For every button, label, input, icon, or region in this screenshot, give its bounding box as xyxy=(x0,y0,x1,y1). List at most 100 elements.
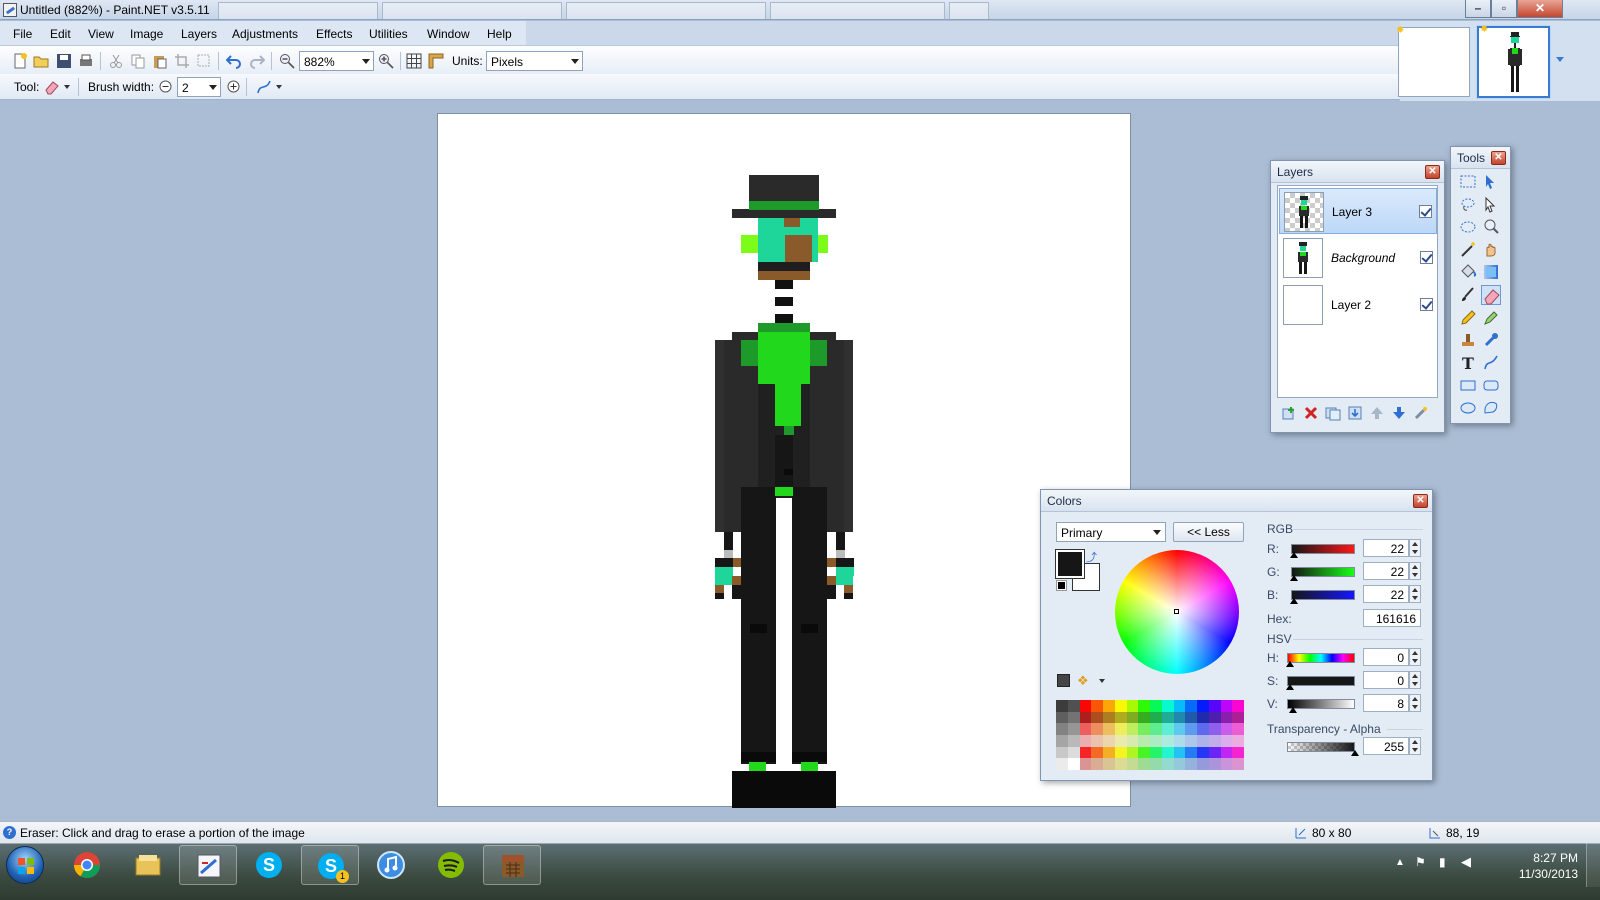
palette-swatch[interactable] xyxy=(1208,758,1221,771)
palette-swatch[interactable] xyxy=(1126,746,1139,759)
thumbnail-scroll-icon[interactable] xyxy=(1556,57,1564,62)
palette-swatch[interactable] xyxy=(1056,746,1068,759)
menu-adjustments[interactable]: Adjustments xyxy=(232,27,298,41)
palette-swatch[interactable] xyxy=(1103,700,1115,712)
clock-date[interactable]: 11/30/2013 xyxy=(1519,867,1578,881)
taskbar-minecraft[interactable] xyxy=(483,845,541,885)
palette-swatch[interactable] xyxy=(1079,735,1092,747)
maximize-button[interactable]: ▫ xyxy=(1491,0,1517,18)
move-layer-up-icon[interactable] xyxy=(1369,405,1385,421)
red-input[interactable]: 22 xyxy=(1363,539,1409,557)
ellipse-icon[interactable] xyxy=(1458,398,1478,418)
paint-bucket-icon[interactable] xyxy=(1458,262,1478,282)
hex-input[interactable]: 161616 xyxy=(1363,609,1421,627)
red-slider-handle[interactable] xyxy=(1290,552,1298,558)
palette-swatch[interactable] xyxy=(1232,758,1245,771)
green-input[interactable]: 22 xyxy=(1363,562,1409,580)
palette-swatch[interactable] xyxy=(1103,711,1115,724)
palette-swatch[interactable] xyxy=(1103,758,1115,771)
layer-visibility-checkbox[interactable] xyxy=(1419,205,1432,218)
hue-spinner[interactable] xyxy=(1409,648,1421,666)
palette-swatch[interactable] xyxy=(1126,723,1139,736)
palette-swatch[interactable] xyxy=(1091,700,1104,712)
taskbar-itunes[interactable] xyxy=(362,845,420,885)
palette-swatch[interactable] xyxy=(1103,735,1115,747)
reset-colors-icon[interactable] xyxy=(1056,580,1067,591)
palette-swatch[interactable] xyxy=(1138,723,1151,736)
redo-icon[interactable] xyxy=(249,53,265,69)
palette-swatch[interactable] xyxy=(1197,723,1209,736)
palette-swatch[interactable] xyxy=(1232,723,1245,736)
close-button[interactable]: ✕ xyxy=(1517,0,1563,18)
palette-swatch[interactable] xyxy=(1173,735,1186,747)
value-input[interactable]: 8 xyxy=(1363,694,1409,712)
palette-swatch[interactable] xyxy=(1161,758,1174,771)
increase-width-icon[interactable] xyxy=(227,80,240,93)
palette-swatch[interactable] xyxy=(1197,746,1209,759)
value-slider-handle[interactable] xyxy=(1289,707,1297,713)
taskbar-paint-net[interactable] xyxy=(179,845,237,885)
copy-icon[interactable] xyxy=(130,53,146,69)
palette-swatch[interactable] xyxy=(1208,746,1221,759)
palette-swatch[interactable] xyxy=(1091,735,1104,747)
green-slider[interactable] xyxy=(1291,567,1355,577)
zoom-combo[interactable]: 882% xyxy=(299,51,374,71)
menu-edit[interactable]: Edit xyxy=(50,27,71,41)
delete-layer-icon[interactable] xyxy=(1303,405,1319,421)
show-desktop-button[interactable] xyxy=(1586,843,1600,887)
layer-visibility-checkbox[interactable] xyxy=(1420,298,1433,311)
palette-swatch[interactable] xyxy=(1173,746,1186,759)
palette-swatch[interactable] xyxy=(1091,746,1104,759)
zoom-out-icon[interactable] xyxy=(279,53,295,69)
palette-swatch[interactable] xyxy=(1173,711,1186,724)
taskbar-skype[interactable]: S xyxy=(240,845,298,885)
palette-swatch[interactable] xyxy=(1091,723,1104,736)
palette-swatch[interactable] xyxy=(1138,758,1151,771)
saturation-slider[interactable] xyxy=(1287,676,1355,686)
units-combo[interactable]: Pixels xyxy=(486,51,583,71)
palette-swatch[interactable] xyxy=(1161,746,1174,759)
eraser-icon[interactable] xyxy=(1481,285,1501,305)
palette-swatch[interactable] xyxy=(1150,700,1162,712)
green-slider-handle[interactable] xyxy=(1290,575,1298,581)
palette-swatch[interactable] xyxy=(1232,735,1245,747)
close-icon[interactable]: ✕ xyxy=(1413,494,1428,508)
tools-panel-header[interactable]: Tools ✕ xyxy=(1451,147,1510,169)
paste-icon[interactable] xyxy=(152,53,168,69)
palette-swatch[interactable] xyxy=(1220,758,1233,771)
taskbar-skype-chat[interactable]: S 1 xyxy=(301,845,359,885)
ellipse-select-icon[interactable] xyxy=(1458,217,1478,237)
palette-swatch[interactable] xyxy=(1079,723,1092,736)
background-browser-tab[interactable] xyxy=(949,2,989,19)
blue-spinner[interactable] xyxy=(1409,585,1421,603)
image-thumbnail[interactable]: ✸ xyxy=(1396,25,1470,97)
hue-input[interactable]: 0 xyxy=(1363,648,1409,666)
menu-image[interactable]: Image xyxy=(130,27,163,41)
palette-swatch[interactable] xyxy=(1185,711,1198,724)
palette-swatch[interactable] xyxy=(1103,746,1115,759)
palette-swatch[interactable] xyxy=(1232,700,1245,712)
blue-slider-handle[interactable] xyxy=(1290,598,1298,604)
merge-layer-down-icon[interactable] xyxy=(1347,405,1363,421)
palette-swatch[interactable] xyxy=(1067,746,1080,759)
grid-icon[interactable] xyxy=(406,53,422,69)
layers-panel-header[interactable]: Layers ✕ xyxy=(1271,161,1444,183)
background-browser-tab[interactable] xyxy=(770,2,945,19)
value-slider[interactable] xyxy=(1287,699,1355,709)
red-spinner[interactable] xyxy=(1409,539,1421,557)
palette-swatch[interactable] xyxy=(1067,723,1080,736)
swap-colors-icon[interactable]: ⤴ xyxy=(1086,549,1097,565)
green-spinner[interactable] xyxy=(1409,562,1421,580)
palette-swatch[interactable] xyxy=(1220,700,1233,712)
open-icon[interactable] xyxy=(33,53,49,69)
undo-icon[interactable] xyxy=(226,53,242,69)
less-button[interactable]: << Less xyxy=(1173,522,1244,542)
palette-swatch[interactable] xyxy=(1173,723,1186,736)
layer-item-layer-2[interactable]: Layer 2 xyxy=(1279,282,1437,328)
pan-icon[interactable] xyxy=(1481,240,1501,260)
decrease-width-icon[interactable] xyxy=(159,80,172,93)
freeform-shape-icon[interactable] xyxy=(1481,398,1501,418)
paintbrush-icon[interactable] xyxy=(1458,285,1478,305)
move-selected-icon[interactable] xyxy=(1481,195,1501,215)
menu-effects[interactable]: Effects xyxy=(316,27,352,41)
